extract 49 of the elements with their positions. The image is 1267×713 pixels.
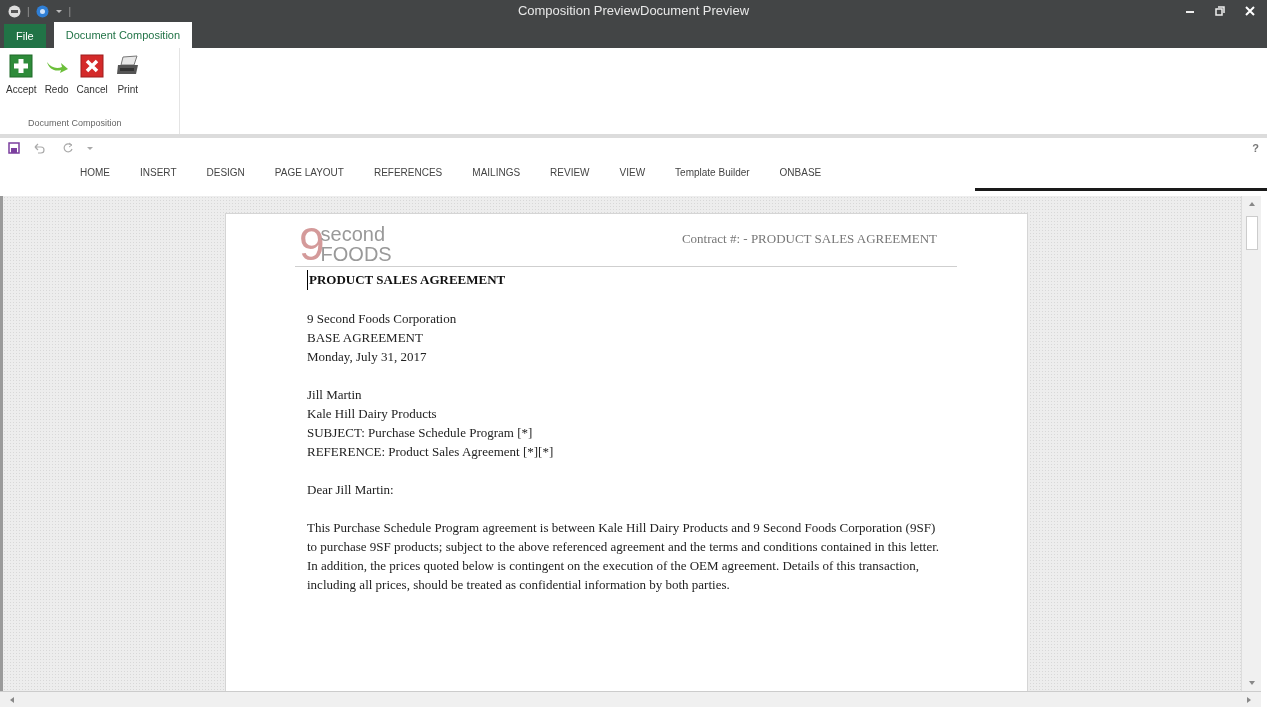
dropdown-icon[interactable] xyxy=(54,7,63,15)
separator: | xyxy=(27,4,30,19)
ribbon-tab[interactable]: HOME xyxy=(80,165,110,180)
ribbon-tab[interactable]: ONBASE xyxy=(779,165,822,180)
horizontal-scrollbar[interactable] xyxy=(0,691,1261,707)
scroll-down-icon[interactable] xyxy=(1246,679,1257,687)
document-text: 9 Second Foods Corporation xyxy=(307,309,458,328)
vertical-scrollbar[interactable] xyxy=(1241,196,1261,691)
help-button[interactable]: ? xyxy=(1252,139,1259,157)
ribbon-tab[interactable]: PAGE LAYOUT xyxy=(274,165,344,180)
document-text: REFERENCE: Product Sales Agreement [*][*] xyxy=(307,442,555,461)
help-circle-icon xyxy=(35,4,49,18)
ribbon-tab[interactable]: File xyxy=(4,24,46,48)
ribbon-button[interactable]: Print xyxy=(112,54,143,97)
close-icon[interactable] xyxy=(1245,6,1255,16)
app-icon xyxy=(8,4,21,18)
scroll-up-icon[interactable] xyxy=(1246,200,1257,208)
scroll-right-icon[interactable] xyxy=(1245,694,1253,705)
save-icon[interactable] xyxy=(8,142,20,154)
ribbon-tab[interactable]: REVIEW xyxy=(550,165,590,180)
plus-icon xyxy=(9,54,34,78)
ribbon-button[interactable]: Accept xyxy=(4,54,39,97)
ribbon-tab[interactable]: INSERT xyxy=(140,165,177,180)
group-label: Document Composition xyxy=(28,116,122,130)
ribbon-tab[interactable]: Document Composition xyxy=(53,22,193,48)
separator: | xyxy=(68,4,72,19)
ribbon-button[interactable]: Cancel xyxy=(74,54,110,97)
scrollbar-thumb[interactable] xyxy=(1245,216,1258,250)
document-heading: PRODUCT SALES AGREEMENT xyxy=(307,270,957,290)
ribbon-tab[interactable]: Template Builder xyxy=(675,165,750,180)
document-text: Dear Jill Martin: xyxy=(307,480,395,499)
redo-icon[interactable] xyxy=(62,142,74,154)
window-title: Composition PreviewDocument Preview xyxy=(517,2,750,21)
document-text: Kale Hill Dairy Products xyxy=(307,404,438,423)
ribbon-button[interactable]: Redo xyxy=(41,54,72,97)
document-text: SUBJECT: Purchase Schedule Program [*] xyxy=(307,423,534,442)
page-header: Contract #: - PRODUCT SALES AGREEMENT xyxy=(681,229,937,248)
document-text: Jill Martin xyxy=(307,385,363,404)
document-text: Monday, July 31, 2017 xyxy=(307,347,428,366)
ribbon-tab[interactable]: DESIGN xyxy=(206,165,245,180)
dropdown-icon[interactable] xyxy=(86,144,94,152)
restore-icon[interactable] xyxy=(1215,6,1225,16)
scroll-left-icon[interactable] xyxy=(8,694,16,705)
ribbon-tab[interactable]: REFERENCES xyxy=(373,165,443,180)
close-icon xyxy=(80,54,105,78)
ribbon-tab[interactable]: MAILINGS xyxy=(472,165,521,180)
document-text: This Purchase Schedule Program agreement is between Kale Hill Dairy Products and 9 Second Foods Corporation (9SF) to purchase 9SF products; subject to the above referenced agreement and the terms and conditions contained in this letter. In addition, the prices quoted below is contingent on the execution of the OEM agreement. Details of this transaction, including all prices, should be treated as confidential information by both parties. xyxy=(307,518,941,594)
document-text: BASE AGREEMENT xyxy=(307,328,424,347)
ribbon-tab[interactable]: VIEW xyxy=(619,165,646,180)
